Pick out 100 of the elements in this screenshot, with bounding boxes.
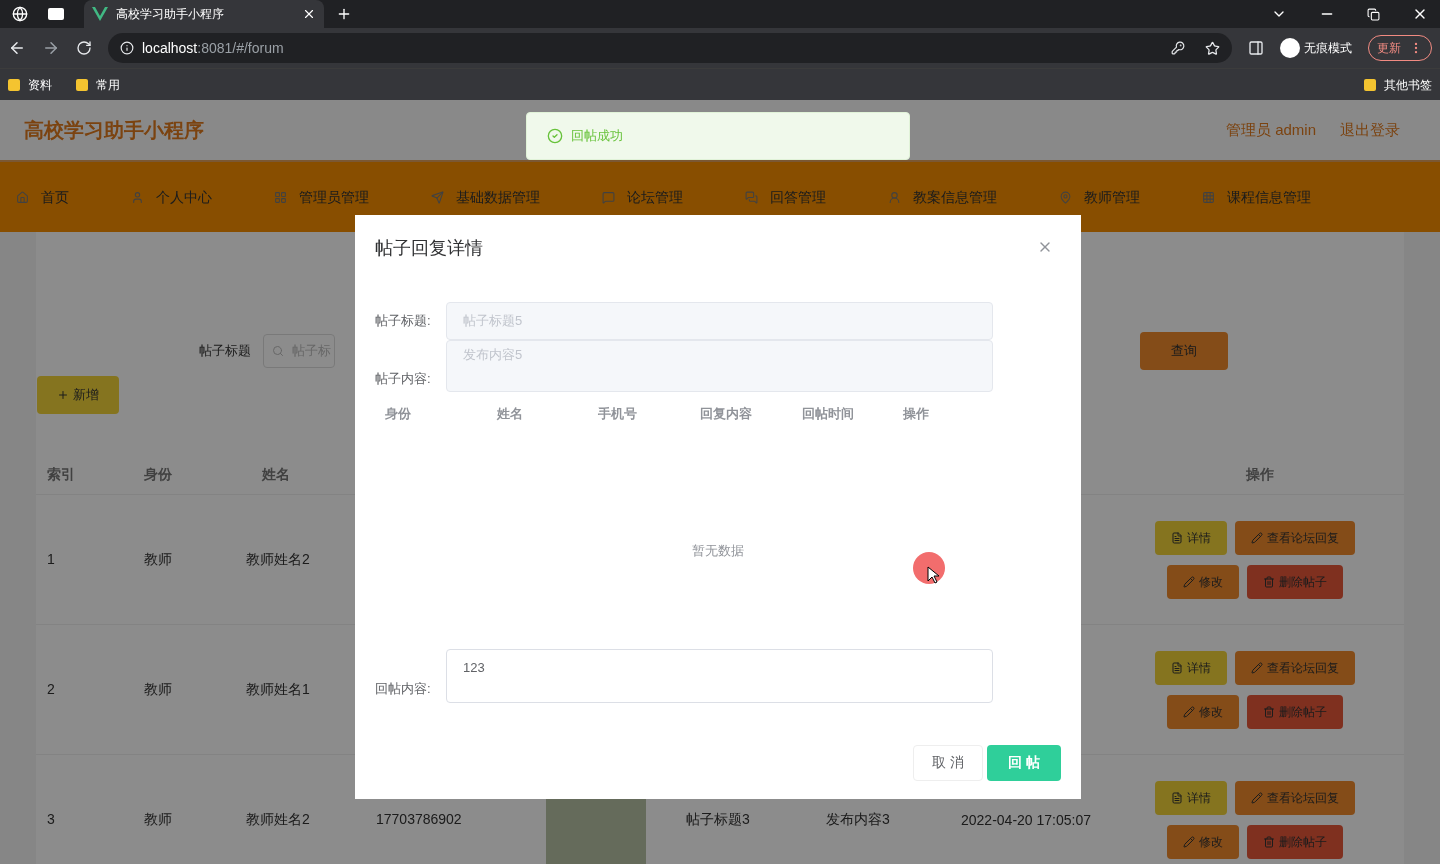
pencil-icon bbox=[1251, 531, 1263, 544]
detail-button[interactable]: 详情 bbox=[1155, 780, 1227, 815]
toast-message: 回帖成功 bbox=[571, 127, 623, 146]
site-title: 高校学习助手小程序 bbox=[24, 118, 204, 143]
nav-item[interactable]: 基础数据管理 bbox=[431, 186, 540, 208]
field-label: 帖子标题: bbox=[375, 312, 432, 331]
edit-button[interactable]: 修改 bbox=[1167, 824, 1239, 859]
nav-icon bbox=[16, 190, 29, 204]
edit-button[interactable]: 修改 bbox=[1167, 694, 1239, 729]
query-button[interactable]: 查询 bbox=[1140, 332, 1228, 370]
table-cell-text: 2022-04-20 17:05:07 bbox=[960, 810, 1092, 830]
delete-button[interactable]: 删除帖子 bbox=[1247, 564, 1343, 599]
folder-icon bbox=[76, 78, 88, 91]
logout-link[interactable]: 退出登录 bbox=[1340, 118, 1400, 142]
detail-button[interactable]: 详情 bbox=[1155, 650, 1227, 685]
empty-text: 暂无数据 bbox=[692, 542, 744, 561]
table-cell-text: 17703786902 bbox=[376, 810, 463, 829]
close-icon[interactable] bbox=[302, 7, 316, 21]
nav-icon bbox=[602, 190, 615, 204]
globe-icon[interactable] bbox=[12, 6, 28, 22]
side-panel-icon[interactable] bbox=[1248, 40, 1264, 56]
search-label: 帖子标题 bbox=[199, 342, 251, 361]
nav-icon bbox=[1059, 190, 1072, 204]
table-cell-text: 教师姓名1 bbox=[246, 680, 311, 699]
table-cell-text: 教师姓名2 bbox=[246, 550, 311, 569]
nav-item[interactable]: 论坛管理 bbox=[602, 186, 683, 208]
table-cell-text: 帖子标题3 bbox=[685, 810, 751, 829]
trash-icon bbox=[1263, 835, 1275, 848]
key-icon[interactable] bbox=[1171, 41, 1185, 55]
nav-icon bbox=[888, 190, 901, 204]
bookmark-item[interactable]: 资料 bbox=[8, 75, 52, 94]
view-replies-button[interactable]: 查看论坛回复 bbox=[1235, 780, 1355, 815]
nav-item[interactable]: 教师管理 bbox=[1059, 186, 1140, 208]
table-cell-text: 教师 bbox=[143, 550, 173, 569]
trash-icon bbox=[1263, 705, 1275, 718]
restore-icon[interactable] bbox=[1367, 7, 1380, 21]
table-cell-text: 3 bbox=[46, 810, 56, 829]
pencil-icon bbox=[1183, 835, 1195, 848]
delete-button[interactable]: 删除帖子 bbox=[1247, 824, 1343, 859]
nav-item[interactable]: 个人中心 bbox=[131, 186, 212, 208]
field-label: 帖子内容: bbox=[375, 369, 432, 388]
plus-icon bbox=[57, 389, 69, 401]
submit-button[interactable]: 回 帖 bbox=[987, 744, 1061, 781]
cancel-button[interactable]: 取 消 bbox=[913, 744, 983, 781]
column-header: 索引 bbox=[46, 465, 76, 484]
nav-item[interactable]: 首页 bbox=[16, 186, 69, 208]
column-header: 回帖时间 bbox=[800, 405, 855, 423]
add-button[interactable]: 新增 bbox=[37, 376, 119, 414]
back-icon[interactable] bbox=[8, 39, 26, 57]
cursor-icon bbox=[913, 552, 945, 584]
column-header: 身份 bbox=[143, 465, 173, 484]
browser-tab[interactable]: 高校学习助手小程序 bbox=[84, 0, 324, 28]
column-header: 身份 bbox=[385, 405, 412, 423]
document-icon bbox=[1171, 791, 1183, 804]
document-icon bbox=[1171, 661, 1183, 674]
reload-icon[interactable] bbox=[76, 40, 92, 56]
forward-icon[interactable] bbox=[42, 39, 60, 57]
search-icon bbox=[272, 345, 284, 357]
v-logo-icon bbox=[92, 7, 108, 21]
address-bar[interactable]: localhost:8081/#/forum bbox=[108, 33, 1232, 63]
reply-content-field[interactable]: 123 bbox=[446, 648, 993, 703]
delete-button[interactable]: 删除帖子 bbox=[1247, 694, 1343, 729]
table-cell-text: 1 bbox=[46, 550, 56, 569]
detail-button[interactable]: 详情 bbox=[1155, 520, 1227, 555]
bookmark-item[interactable]: 其他书签 bbox=[1364, 75, 1432, 94]
nav-icon bbox=[274, 190, 287, 204]
nav-icon bbox=[131, 190, 144, 204]
nav-icon bbox=[431, 190, 444, 204]
column-header: 回复内容 bbox=[699, 405, 753, 423]
nav-item[interactable]: 课程信息管理 bbox=[1202, 186, 1311, 208]
edit-button[interactable]: 修改 bbox=[1167, 564, 1239, 599]
trash-icon bbox=[1263, 575, 1275, 588]
table-cell-text: 发布内容3 bbox=[825, 810, 891, 829]
field-label: 回帖内容: bbox=[375, 680, 432, 698]
bookmark-item[interactable]: 常用 bbox=[76, 75, 120, 94]
nav-icon bbox=[745, 190, 758, 204]
table-cell-text: 教师 bbox=[143, 680, 173, 699]
nav-item[interactable]: 教案信息管理 bbox=[888, 186, 997, 208]
view-replies-button[interactable]: 查看论坛回复 bbox=[1235, 650, 1355, 685]
info-icon bbox=[120, 41, 134, 55]
table-cell-text: 教师 bbox=[143, 810, 173, 829]
table-cell-text: 教师姓名2 bbox=[246, 810, 311, 829]
folder-icon bbox=[1364, 78, 1376, 91]
view-replies-button[interactable]: 查看论坛回复 bbox=[1235, 520, 1355, 555]
star-icon[interactable] bbox=[1205, 40, 1220, 56]
folder-icon bbox=[8, 78, 20, 91]
pencil-icon bbox=[1251, 661, 1263, 674]
check-icon bbox=[547, 128, 563, 144]
new-tab-icon[interactable] bbox=[336, 6, 352, 22]
admin-label: 管理员 admin bbox=[1225, 119, 1316, 140]
incognito-button[interactable]: 无痕模式 bbox=[1280, 38, 1352, 58]
dialog-title: 帖子回复详情 bbox=[375, 237, 483, 260]
nav-item[interactable]: 回答管理 bbox=[745, 186, 826, 208]
document-icon bbox=[1171, 531, 1183, 544]
column-header: 操作 bbox=[1245, 465, 1275, 484]
pencil-icon bbox=[1251, 791, 1263, 804]
nav-icon bbox=[1202, 190, 1215, 204]
column-header: 姓名 bbox=[495, 405, 524, 423]
column-header: 姓名 bbox=[261, 465, 291, 484]
nav-item[interactable]: 管理员管理 bbox=[274, 186, 369, 208]
